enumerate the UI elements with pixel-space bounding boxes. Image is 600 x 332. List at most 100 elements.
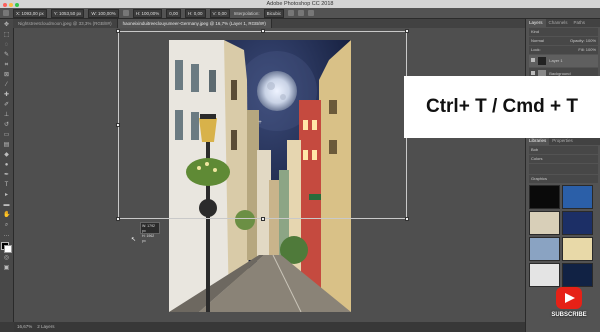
- marquee-tool-icon[interactable]: ⬚: [3, 32, 10, 39]
- transform-handle-top[interactable]: [261, 29, 265, 33]
- transform-handle-bottom-right[interactable]: [405, 217, 409, 221]
- graphic-thumbnail[interactable]: [562, 237, 593, 261]
- lock-row: Lock: Fill: 100%: [529, 46, 598, 54]
- commit-icon[interactable]: [308, 10, 315, 16]
- tooltip-height: H: 1962 px: [142, 234, 155, 243]
- transform-handle-bottom-left[interactable]: [116, 217, 120, 221]
- layer-filter-kind[interactable]: Kind: [529, 28, 598, 36]
- graphic-thumbnail[interactable]: [562, 211, 593, 235]
- background-color-swatch[interactable]: [4, 245, 12, 253]
- graphic-thumbnail[interactable]: [529, 263, 560, 287]
- tab-germany-street[interactable]: haoneixinduitreeclouyumeer-Germany.jpeg …: [117, 19, 272, 28]
- reference-point-icon[interactable]: [3, 10, 9, 16]
- warp-icon[interactable]: [288, 10, 295, 16]
- transform-handle-top-left[interactable]: [116, 29, 120, 33]
- more-tools-icon[interactable]: …: [3, 232, 10, 239]
- zoom-level[interactable]: 16,67%: [17, 324, 32, 329]
- transform-center-icon[interactable]: +: [257, 120, 263, 126]
- layer-thumbnail: [538, 56, 547, 65]
- graphic-thumbnail[interactable]: [529, 237, 560, 261]
- visibility-eye-icon[interactable]: [531, 58, 535, 62]
- visibility-eye-icon[interactable]: [531, 71, 535, 75]
- library-graphics-header[interactable]: Graphics: [529, 175, 598, 183]
- shape-tool-icon[interactable]: ▬: [3, 202, 10, 209]
- brush-tool-icon[interactable]: ✐: [3, 102, 10, 109]
- stamp-tool-icon[interactable]: ⊥: [3, 112, 10, 119]
- window-titlebar: Adobe Photoshop CC 2018: [0, 0, 600, 8]
- graphic-thumbnail[interactable]: [562, 185, 593, 209]
- path-select-tool-icon[interactable]: ▸: [3, 192, 10, 199]
- blend-mode-select[interactable]: Normal: [531, 38, 544, 43]
- graphics-header-label: Graphics: [531, 176, 548, 181]
- y-field[interactable]: Y: 1053,50 px: [50, 8, 85, 18]
- youtube-subscribe-badge[interactable]: SUBSCRIBE: [550, 287, 588, 321]
- close-icon[interactable]: [3, 3, 7, 7]
- shortcut-caption: Ctrl+ T / Cmd + T: [404, 76, 600, 138]
- status-bar: 16,67% 2 Layers: [14, 322, 525, 332]
- screen-mode-icon[interactable]: ▣: [3, 265, 10, 272]
- tab-nightstreet[interactable]: Nightstreetcloudmoon.jpeg @ 33,3% (RGB/8…: [13, 19, 118, 28]
- interpolation-label: Interpolation:: [233, 10, 260, 16]
- doc-info: 2 Layers: [37, 324, 55, 329]
- skew-v-field[interactable]: V: 0,00: [209, 8, 230, 18]
- zoom-icon[interactable]: [15, 3, 19, 7]
- fill-label: Fill:: [578, 47, 585, 52]
- eyedropper-tool-icon[interactable]: ⁄: [3, 82, 10, 89]
- tooltip-width: W: 1792 px: [142, 224, 155, 233]
- library-colors-header[interactable]: Colors: [529, 155, 598, 163]
- dodge-tool-icon[interactable]: ●: [3, 162, 10, 169]
- height-field[interactable]: H: 100,00%: [132, 8, 163, 18]
- type-tool-icon[interactable]: T: [3, 182, 10, 189]
- move-tool-icon[interactable]: ✥: [3, 22, 10, 29]
- frame-tool-icon[interactable]: ⊠: [3, 72, 10, 79]
- transform-handle-top-right[interactable]: [405, 29, 409, 33]
- layer-name: Layer 1: [549, 58, 563, 63]
- document-tabs: Nightstreetcloudmoon.jpeg @ 33,3% (RGB/8…: [13, 19, 525, 28]
- interpolation-select[interactable]: Bicubic: [263, 8, 285, 18]
- transform-bounding-box[interactable]: +: [116, 29, 409, 221]
- layer-row-layer1[interactable]: Layer 1: [529, 55, 598, 67]
- tab-properties[interactable]: Properties: [549, 137, 576, 145]
- options-bar: X: 1093,00 px Y: 1053,50 px W: 100,00% H…: [0, 8, 600, 19]
- zoom-tool-icon[interactable]: ⌕: [3, 222, 10, 229]
- lock-label: Lock:: [531, 47, 541, 52]
- colors-header-label: Colors: [531, 156, 543, 161]
- library-search[interactable]: Bob: [529, 146, 598, 154]
- graphic-thumbnail[interactable]: [529, 185, 560, 209]
- tab-paths[interactable]: Paths: [571, 19, 589, 27]
- kind-label: Kind: [531, 29, 540, 34]
- graphic-thumbnail[interactable]: [529, 211, 560, 235]
- tab-libraries[interactable]: Libraries: [526, 137, 550, 145]
- transform-handle-left[interactable]: [116, 123, 120, 127]
- cancel-icon[interactable]: [298, 10, 305, 16]
- rotate-field[interactable]: 0,00: [166, 8, 182, 18]
- history-brush-icon[interactable]: ↺: [3, 122, 10, 129]
- opacity-field[interactable]: 100%: [586, 38, 596, 43]
- color-swatches[interactable]: [1, 242, 12, 253]
- healing-tool-icon[interactable]: ✚: [3, 92, 10, 99]
- library-name: Bob: [531, 147, 539, 152]
- transform-handle-bottom[interactable]: [261, 217, 265, 221]
- tab-layers[interactable]: Layers: [526, 19, 546, 27]
- gradient-tool-icon[interactable]: ▤: [3, 142, 10, 149]
- crop-tool-icon[interactable]: ⌗: [3, 62, 10, 69]
- lasso-tool-icon[interactable]: ◌: [3, 42, 10, 49]
- hand-tool-icon[interactable]: ✋: [3, 212, 10, 219]
- link-icon[interactable]: [122, 10, 129, 16]
- opacity-label: Opacity:: [569, 38, 585, 43]
- blur-tool-icon[interactable]: ◆: [3, 152, 10, 159]
- pen-tool-icon[interactable]: ✒: [3, 172, 10, 179]
- width-field[interactable]: W: 100,00%: [88, 8, 119, 18]
- skew-h-field[interactable]: H: 0,00: [185, 8, 206, 18]
- subscribe-label: SUBSCRIBE: [551, 312, 587, 318]
- fill-field[interactable]: 100%: [586, 47, 596, 52]
- quick-mask-icon[interactable]: ◎: [3, 255, 10, 262]
- quick-select-tool-icon[interactable]: ✎: [3, 52, 10, 59]
- eraser-tool-icon[interactable]: ▭: [3, 132, 10, 139]
- blend-mode-row: Normal Opacity: 100%: [529, 37, 598, 45]
- x-field[interactable]: X: 1093,00 px: [13, 8, 47, 18]
- tab-channels[interactable]: Channels: [546, 19, 571, 27]
- graphic-thumbnail[interactable]: [562, 263, 593, 287]
- right-panel: Layers Channels Paths Kind Normal Opacit…: [525, 19, 600, 332]
- minimize-icon[interactable]: [9, 3, 13, 7]
